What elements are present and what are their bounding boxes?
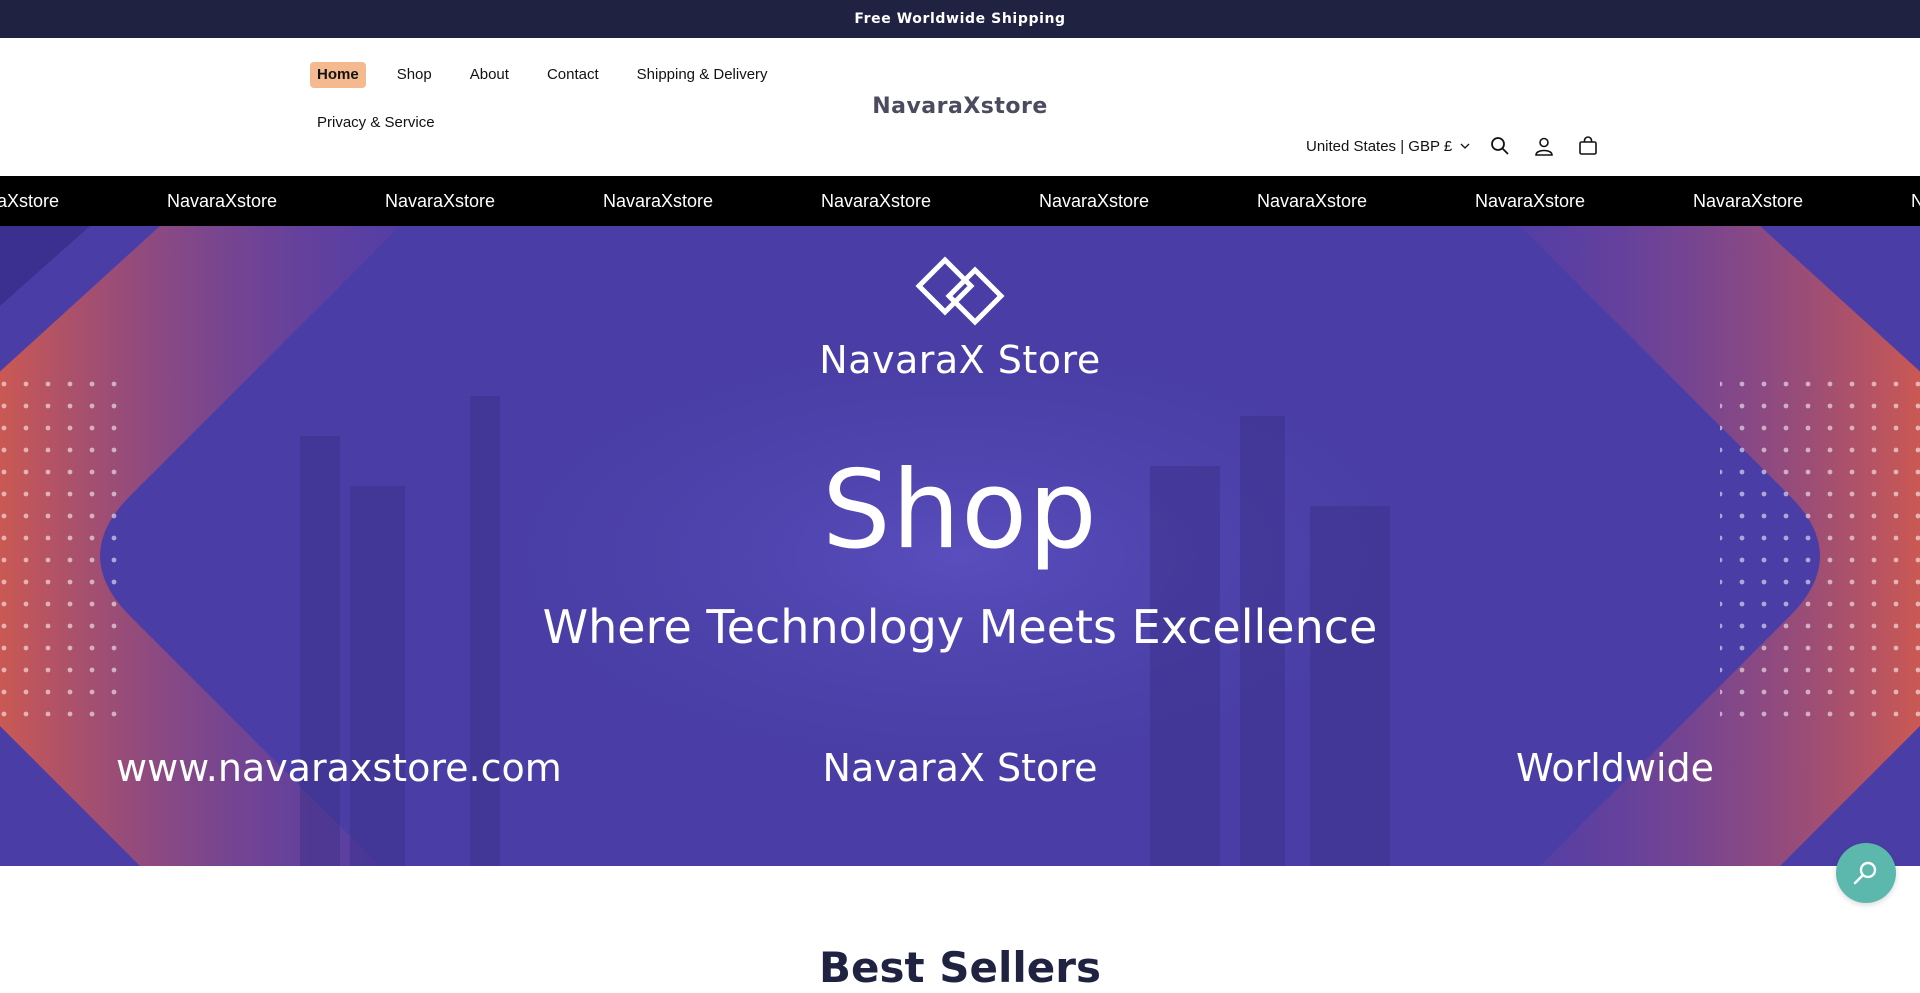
- chevron-down-icon: [1460, 143, 1470, 149]
- cart-icon[interactable]: [1574, 132, 1602, 160]
- brand-logo-icon: [915, 256, 1005, 326]
- site-logo[interactable]: NavaraXstore: [0, 94, 1920, 119]
- hero-headline: Shop: [822, 448, 1098, 573]
- marquee-banner: NavaraXstore NavaraXstore NavaraXstore N…: [0, 176, 1920, 226]
- nav-item-contact[interactable]: Contact: [540, 62, 606, 88]
- marquee-item: NavaraXstore: [0, 190, 60, 211]
- nav-item-home[interactable]: Home: [310, 62, 366, 88]
- currency-selector[interactable]: United States | GBP £: [1306, 138, 1470, 155]
- marquee-item: NavaraXstore: [1910, 190, 1920, 211]
- marquee-item: NavaraXstore: [384, 190, 496, 211]
- announcement-bar: Free Worldwide Shipping: [0, 0, 1920, 38]
- marquee-item: NavaraXstore: [1474, 190, 1586, 211]
- announcement-text: Free Worldwide Shipping: [854, 11, 1066, 27]
- search-assistant-icon: [1853, 861, 1877, 885]
- search-assistant-button[interactable]: [1836, 843, 1896, 903]
- hero-tagline: Where Technology Meets Excellence: [542, 600, 1378, 654]
- currency-label: United States | GBP £: [1306, 137, 1453, 155]
- nav-item-shop[interactable]: Shop: [390, 62, 439, 88]
- site-header: Home Shop About Contact Shipping & Deliv…: [0, 38, 1920, 176]
- nav-item-shipping[interactable]: Shipping & Delivery: [630, 62, 775, 88]
- section-title-best-sellers: Best Sellers: [819, 942, 1101, 992]
- hero-footer-region: Worldwide: [1516, 746, 1715, 790]
- hero-brand-name: NavaraX Store: [819, 338, 1101, 382]
- marquee-track: NavaraXstore NavaraXstore NavaraXstore N…: [0, 176, 1920, 226]
- marquee-item: NavaraXstore: [1038, 190, 1150, 211]
- marquee-item: NavaraXstore: [1256, 190, 1368, 211]
- marquee-item: NavaraXstore: [820, 190, 932, 211]
- account-icon[interactable]: [1530, 132, 1558, 160]
- marquee-item: NavaraXstore: [602, 190, 714, 211]
- header-actions: United States | GBP £: [1306, 132, 1602, 160]
- nav-item-about[interactable]: About: [463, 62, 516, 88]
- search-icon[interactable]: [1486, 132, 1514, 160]
- hero-banner[interactable]: NavaraX Store Shop Where Technology Meet…: [0, 226, 1920, 866]
- marquee-item: NavaraXstore: [166, 190, 278, 211]
- marquee-item: NavaraXstore: [1692, 190, 1804, 211]
